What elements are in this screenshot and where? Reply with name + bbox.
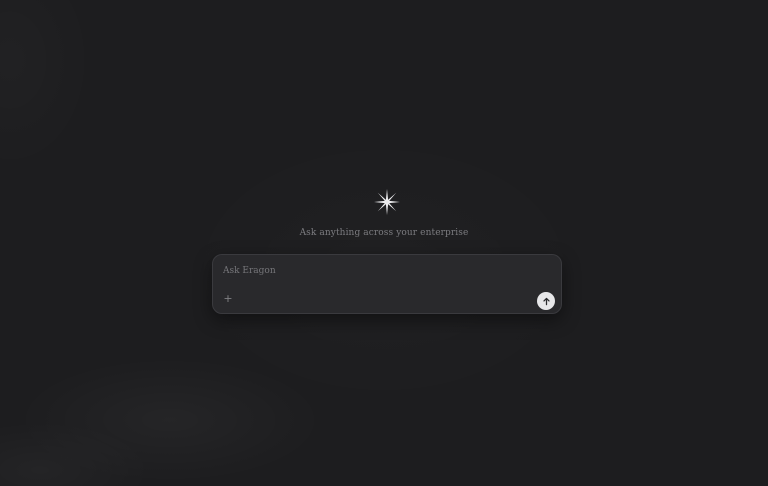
plus-icon[interactable]: +: [222, 293, 234, 305]
home-hero: Ask anything across your enterprise +: [0, 0, 768, 486]
tagline: Ask anything across your enterprise: [299, 228, 469, 238]
arrow-up-icon: [542, 297, 550, 305]
sparkle-star-icon: [374, 189, 400, 215]
send-button[interactable]: [537, 292, 555, 310]
chat-composer: +: [212, 254, 562, 314]
ask-input[interactable]: [223, 263, 523, 279]
